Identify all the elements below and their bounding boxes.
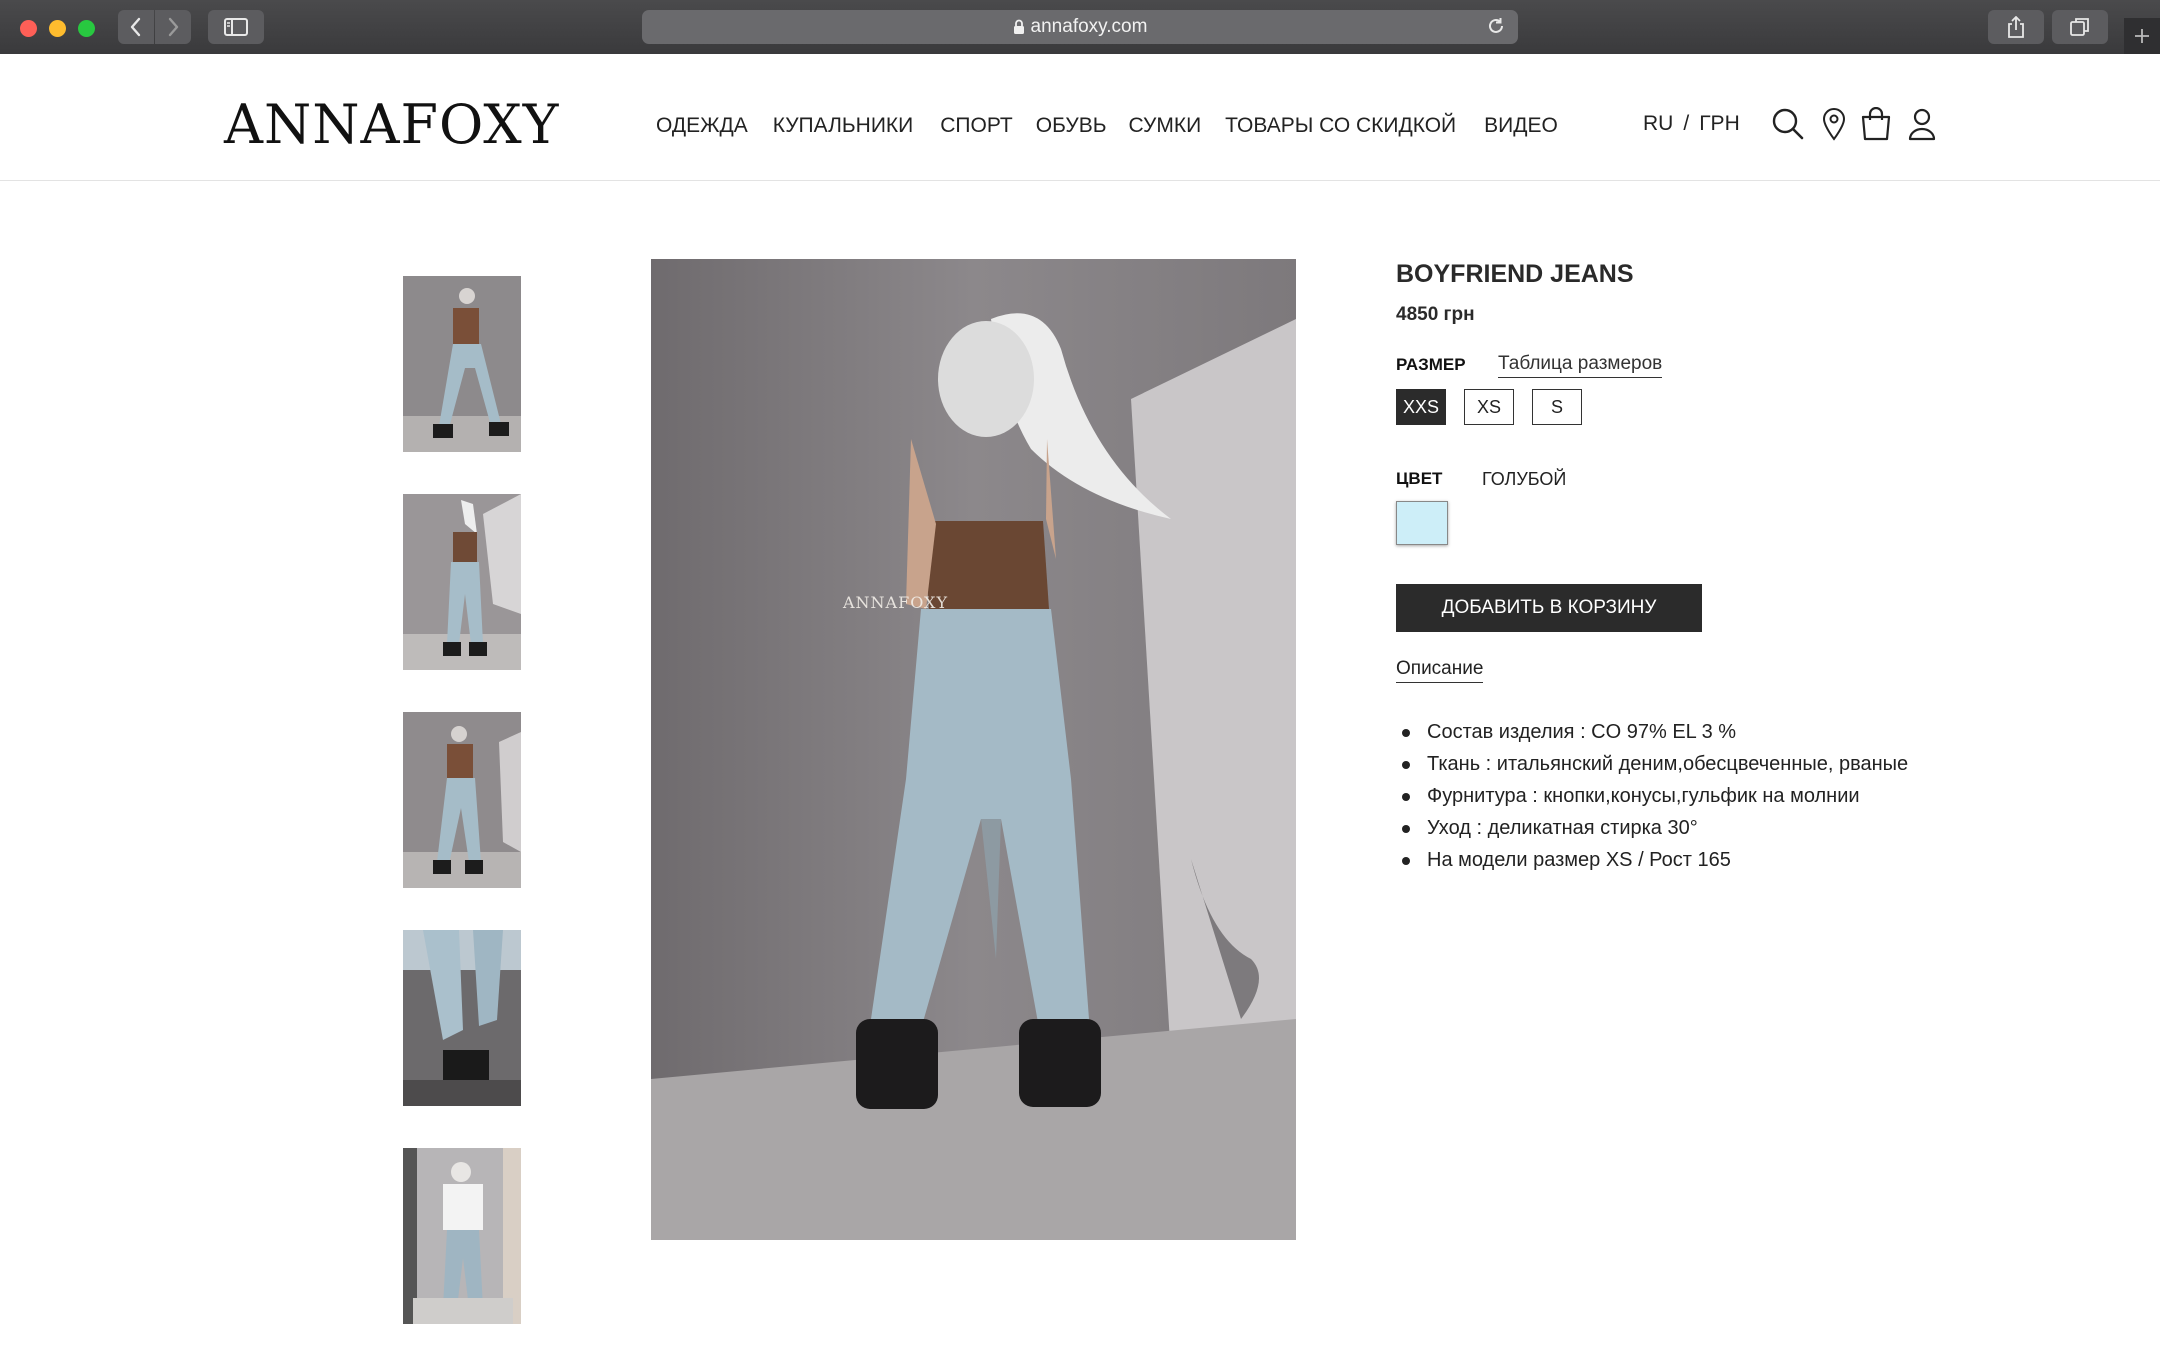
size-option-s[interactable]: S <box>1532 389 1582 425</box>
size-option-xxs[interactable]: XXS <box>1396 389 1446 425</box>
add-to-cart-button[interactable]: ДОБАВИТЬ В КОРЗИНУ <box>1396 584 1702 632</box>
product-thumbnail-5[interactable] <box>403 1148 521 1324</box>
product-thumbnail-3[interactable] <box>403 712 521 888</box>
reload-icon <box>1489 18 1503 33</box>
product-price: 4850 грн <box>1396 304 1475 325</box>
back-icon <box>130 17 141 37</box>
product-thumbnail-2[interactable] <box>403 494 521 670</box>
description-item: Фурнитура : кнопки,конусы,гульфик на мол… <box>1396 780 1936 812</box>
color-swatch-light-blue[interactable] <box>1396 501 1448 545</box>
close-window-button[interactable] <box>20 20 37 37</box>
zoom-window-button[interactable] <box>78 20 95 37</box>
size-chart-link[interactable]: Таблица размеров <box>1498 353 1663 378</box>
site-header: ANNAFOXY ОДЕЖДА КУПАЛЬНИКИ СПОРТ ОБУВЬ С… <box>0 54 2160 181</box>
thumbnail-photo <box>403 1148 521 1324</box>
language-selector[interactable]: RU <box>1643 112 1673 136</box>
user-icon <box>1908 108 1936 141</box>
description-item: Уход : деликатная стирка 30° <box>1396 812 1936 844</box>
account-button[interactable] <box>1902 104 1942 144</box>
description-item: На модели размер XS / Рост 165 <box>1396 844 1936 876</box>
description-item: Ткань : итальянский деним,обесцвеченные,… <box>1396 748 1936 780</box>
location-pin-icon <box>1822 108 1846 141</box>
back-button[interactable] <box>118 10 154 44</box>
image-watermark: ANNAFOXY <box>843 593 948 612</box>
thumbnail-photo <box>403 494 521 670</box>
nav-item-swimwear[interactable]: КУПАЛЬНИКИ <box>773 114 914 138</box>
shopping-bag-icon <box>1861 107 1891 141</box>
main-product-image[interactable]: ANNAFOXY <box>651 259 1296 1240</box>
description-tab[interactable]: Описание <box>1396 658 1484 683</box>
nav-item-clothing[interactable]: ОДЕЖДА <box>656 114 748 138</box>
main-photo-illustration <box>651 259 1296 1240</box>
reload-button[interactable] <box>1486 16 1506 41</box>
cart-button[interactable] <box>1856 104 1896 144</box>
site-logo[interactable]: ANNAFOXY <box>224 98 559 152</box>
color-label: ЦВЕТ <box>1396 469 1443 488</box>
tabs-icon <box>2070 18 2089 36</box>
browser-toolbar: annafoxy.com <box>0 0 2160 55</box>
sidebar-button[interactable] <box>208 10 264 44</box>
minimize-window-button[interactable] <box>49 20 66 37</box>
new-tab-button[interactable] <box>2124 18 2160 54</box>
plus-icon <box>2135 29 2149 43</box>
share-button[interactable] <box>1988 10 2044 44</box>
lock-icon <box>1013 19 1024 34</box>
nav-item-sale[interactable]: ТОВАРЫ СО СКИДКОЙ <box>1225 114 1456 138</box>
share-icon <box>2008 16 2024 38</box>
description-item: Состав изделия : CO 97% EL 3 % <box>1396 716 1936 748</box>
size-option-xs[interactable]: XS <box>1464 389 1514 425</box>
nav-item-sport[interactable]: СПОРТ <box>940 114 1013 138</box>
locale-separator: / <box>1683 112 1690 135</box>
thumbnail-photo <box>403 930 521 1106</box>
forward-button[interactable] <box>155 10 191 44</box>
color-name: ГОЛУБОЙ <box>1482 469 1567 489</box>
url-text: annafoxy.com <box>1030 16 1148 37</box>
product-title: BOYFRIEND JEANS <box>1396 260 1634 288</box>
sidebar-icon <box>224 18 248 36</box>
main-navigation: ОДЕЖДА КУПАЛЬНИКИ СПОРТ ОБУВЬ СУМКИ ТОВА… <box>656 114 1558 138</box>
currency-selector[interactable]: ГРН <box>1699 112 1740 136</box>
store-locator-button[interactable] <box>1814 104 1854 144</box>
nav-item-bags[interactable]: СУМКИ <box>1129 114 1202 138</box>
product-thumbnail-4[interactable] <box>403 930 521 1106</box>
product-thumbnail-1[interactable] <box>403 276 521 452</box>
address-bar[interactable]: annafoxy.com <box>642 10 1518 44</box>
nav-item-shoes[interactable]: ОБУВЬ <box>1036 114 1107 138</box>
search-icon <box>1772 108 1804 140</box>
thumbnail-photo <box>403 276 521 452</box>
thumbnail-photo <box>403 712 521 888</box>
search-button[interactable] <box>1768 104 1808 144</box>
nav-item-video[interactable]: ВИДЕО <box>1484 114 1558 138</box>
description-list: Состав изделия : CO 97% EL 3 % Ткань : и… <box>1396 716 1936 876</box>
locale-switcher: RU / ГРН <box>1643 112 1740 136</box>
forward-icon <box>168 17 179 37</box>
size-label: РАЗМЕР <box>1396 355 1466 374</box>
tabs-overview-button[interactable] <box>2052 10 2108 44</box>
